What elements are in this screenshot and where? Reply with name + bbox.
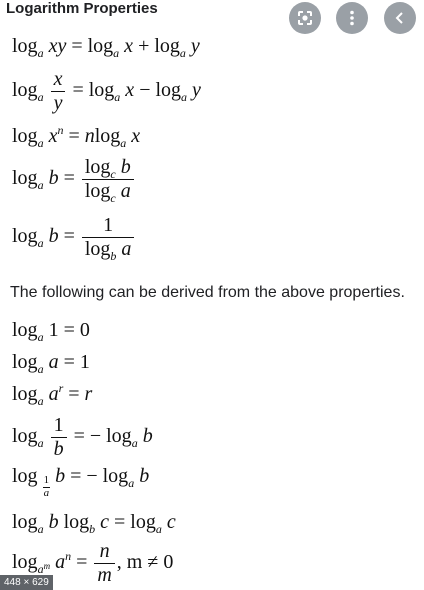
back-button[interactable]	[384, 2, 416, 34]
lens-button[interactable]	[289, 2, 321, 34]
formula-reciprocal-base-log: log 1a b = − loga b	[12, 465, 150, 499]
formula-log-of-reciprocal: loga 1b = − loga b	[12, 414, 153, 460]
more-vertical-icon	[350, 10, 354, 26]
formula-log-of-one: loga 1 = 0	[12, 319, 90, 344]
formula-change-of-base: loga b = logc b logc a	[12, 156, 136, 204]
more-options-button[interactable]	[336, 2, 368, 34]
formula-product-rule: loga xy = loga x + loga y	[12, 35, 200, 60]
image-size-badge: 448 × 629	[0, 575, 53, 590]
formula-log-of-base-power: loga ar = r	[12, 381, 93, 408]
formula-reciprocal-base: loga b = 1 logb a	[12, 214, 136, 262]
derived-properties-text: The following can be derived from the ab…	[10, 284, 405, 301]
chevron-left-icon	[395, 12, 403, 24]
google-lens-icon	[298, 11, 312, 25]
page-title: Logarithm Properties	[6, 0, 158, 17]
formula-quotient-rule: loga xy = loga x − loga y	[12, 68, 201, 114]
formula-power-rule: loga xn = nloga x	[12, 123, 141, 150]
formula-chain-rule: loga b logb c = loga c	[12, 511, 176, 536]
formula-log-of-base: loga a = 1	[12, 351, 90, 376]
